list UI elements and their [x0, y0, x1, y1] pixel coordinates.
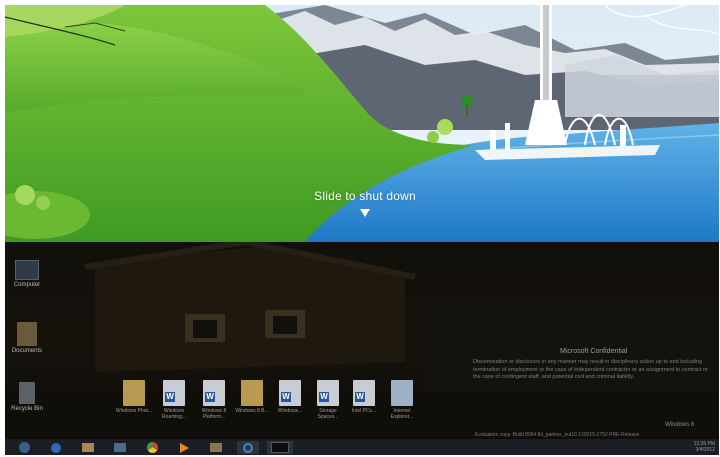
down-triangle-icon[interactable] [360, 209, 370, 217]
desktop-file[interactable]: Windows 8 B... [233, 380, 271, 414]
desktop-icon-label: Documents [11, 348, 43, 354]
file-label: Windows 8 Platform... [201, 408, 227, 420]
chrome-icon[interactable] [141, 441, 163, 454]
desktop-file[interactable]: Windows Phot... [115, 380, 153, 414]
shutdown-slide-panel[interactable]: Slide to shut down [5, 5, 719, 242]
watermark-title: Microsoft Confidential [560, 348, 628, 355]
media-player-icon[interactable] [45, 441, 67, 454]
desktop-file[interactable]: Intel PCs... [345, 380, 383, 414]
word-document-icon [317, 380, 339, 406]
file-label: Windows Roaming... [161, 408, 187, 420]
desktop-icon-label: Computer [13, 282, 41, 288]
user-folder-icon [17, 322, 37, 346]
file-label: Internet Explorer... [390, 408, 414, 420]
desktop-file[interactable]: Windows 8 Platform... [195, 380, 233, 420]
landscape-illustration [5, 5, 719, 242]
desktop-icon-computer[interactable]: Computer [5, 260, 49, 289]
start-orb-icon[interactable] [13, 441, 35, 454]
file-label: Windows... [277, 408, 303, 414]
watermark-build: Evaluation copy. Build 8064.fbl_partner_… [475, 432, 640, 438]
word-document-icon [163, 380, 185, 406]
word-document-icon [353, 380, 375, 406]
folder-icon [123, 380, 145, 406]
desktop-file[interactable]: Windows Roaming... [155, 380, 193, 420]
slide-to-shut-down-label: Slide to shut down [314, 189, 416, 203]
clock-date: 3/4/2012 [695, 447, 715, 453]
desktop-icon-label: Recycle Bin [11, 406, 43, 412]
watermark-edition: Windows 8 [665, 422, 695, 428]
play-icon[interactable] [173, 441, 195, 454]
file-label: Windows 8 B... [235, 408, 269, 414]
internet-explorer-icon[interactable] [237, 441, 259, 454]
desktop-icon-documents[interactable]: Documents [5, 322, 49, 355]
folder-icon[interactable] [205, 441, 227, 454]
file-explorer-icon[interactable] [77, 441, 99, 454]
window-thumbnail-icon[interactable] [267, 441, 293, 454]
screen: Slide to shut down Computer Documents Re… [5, 5, 719, 455]
desktop-icon-recycle-bin[interactable]: Recycle Bin [5, 382, 49, 413]
file-label: Storage Spaces... [317, 408, 339, 420]
word-document-icon [203, 380, 225, 406]
image-file-icon [391, 380, 413, 406]
desktop-file[interactable]: Storage Spaces... [309, 380, 347, 420]
desktop-file[interactable]: Windows... [271, 380, 309, 414]
computer-icon[interactable] [109, 441, 131, 454]
system-clock[interactable]: 12:36 PM 3/4/2012 [694, 441, 715, 453]
desktop-file[interactable]: Internet Explorer... [383, 380, 421, 420]
file-label: Intel PCs... [351, 408, 377, 414]
recycle-bin-icon [19, 382, 35, 404]
taskbar: 12:36 PM 3/4/2012 [5, 439, 719, 455]
file-label: Windows Phot... [115, 408, 153, 414]
folder-icon [241, 380, 263, 406]
desktop: Computer Documents Recycle Bin Windows P… [5, 242, 719, 455]
word-document-icon [279, 380, 301, 406]
computer-icon [15, 260, 39, 280]
watermark-body: Dissemination or disclosure in any manne… [473, 359, 708, 380]
